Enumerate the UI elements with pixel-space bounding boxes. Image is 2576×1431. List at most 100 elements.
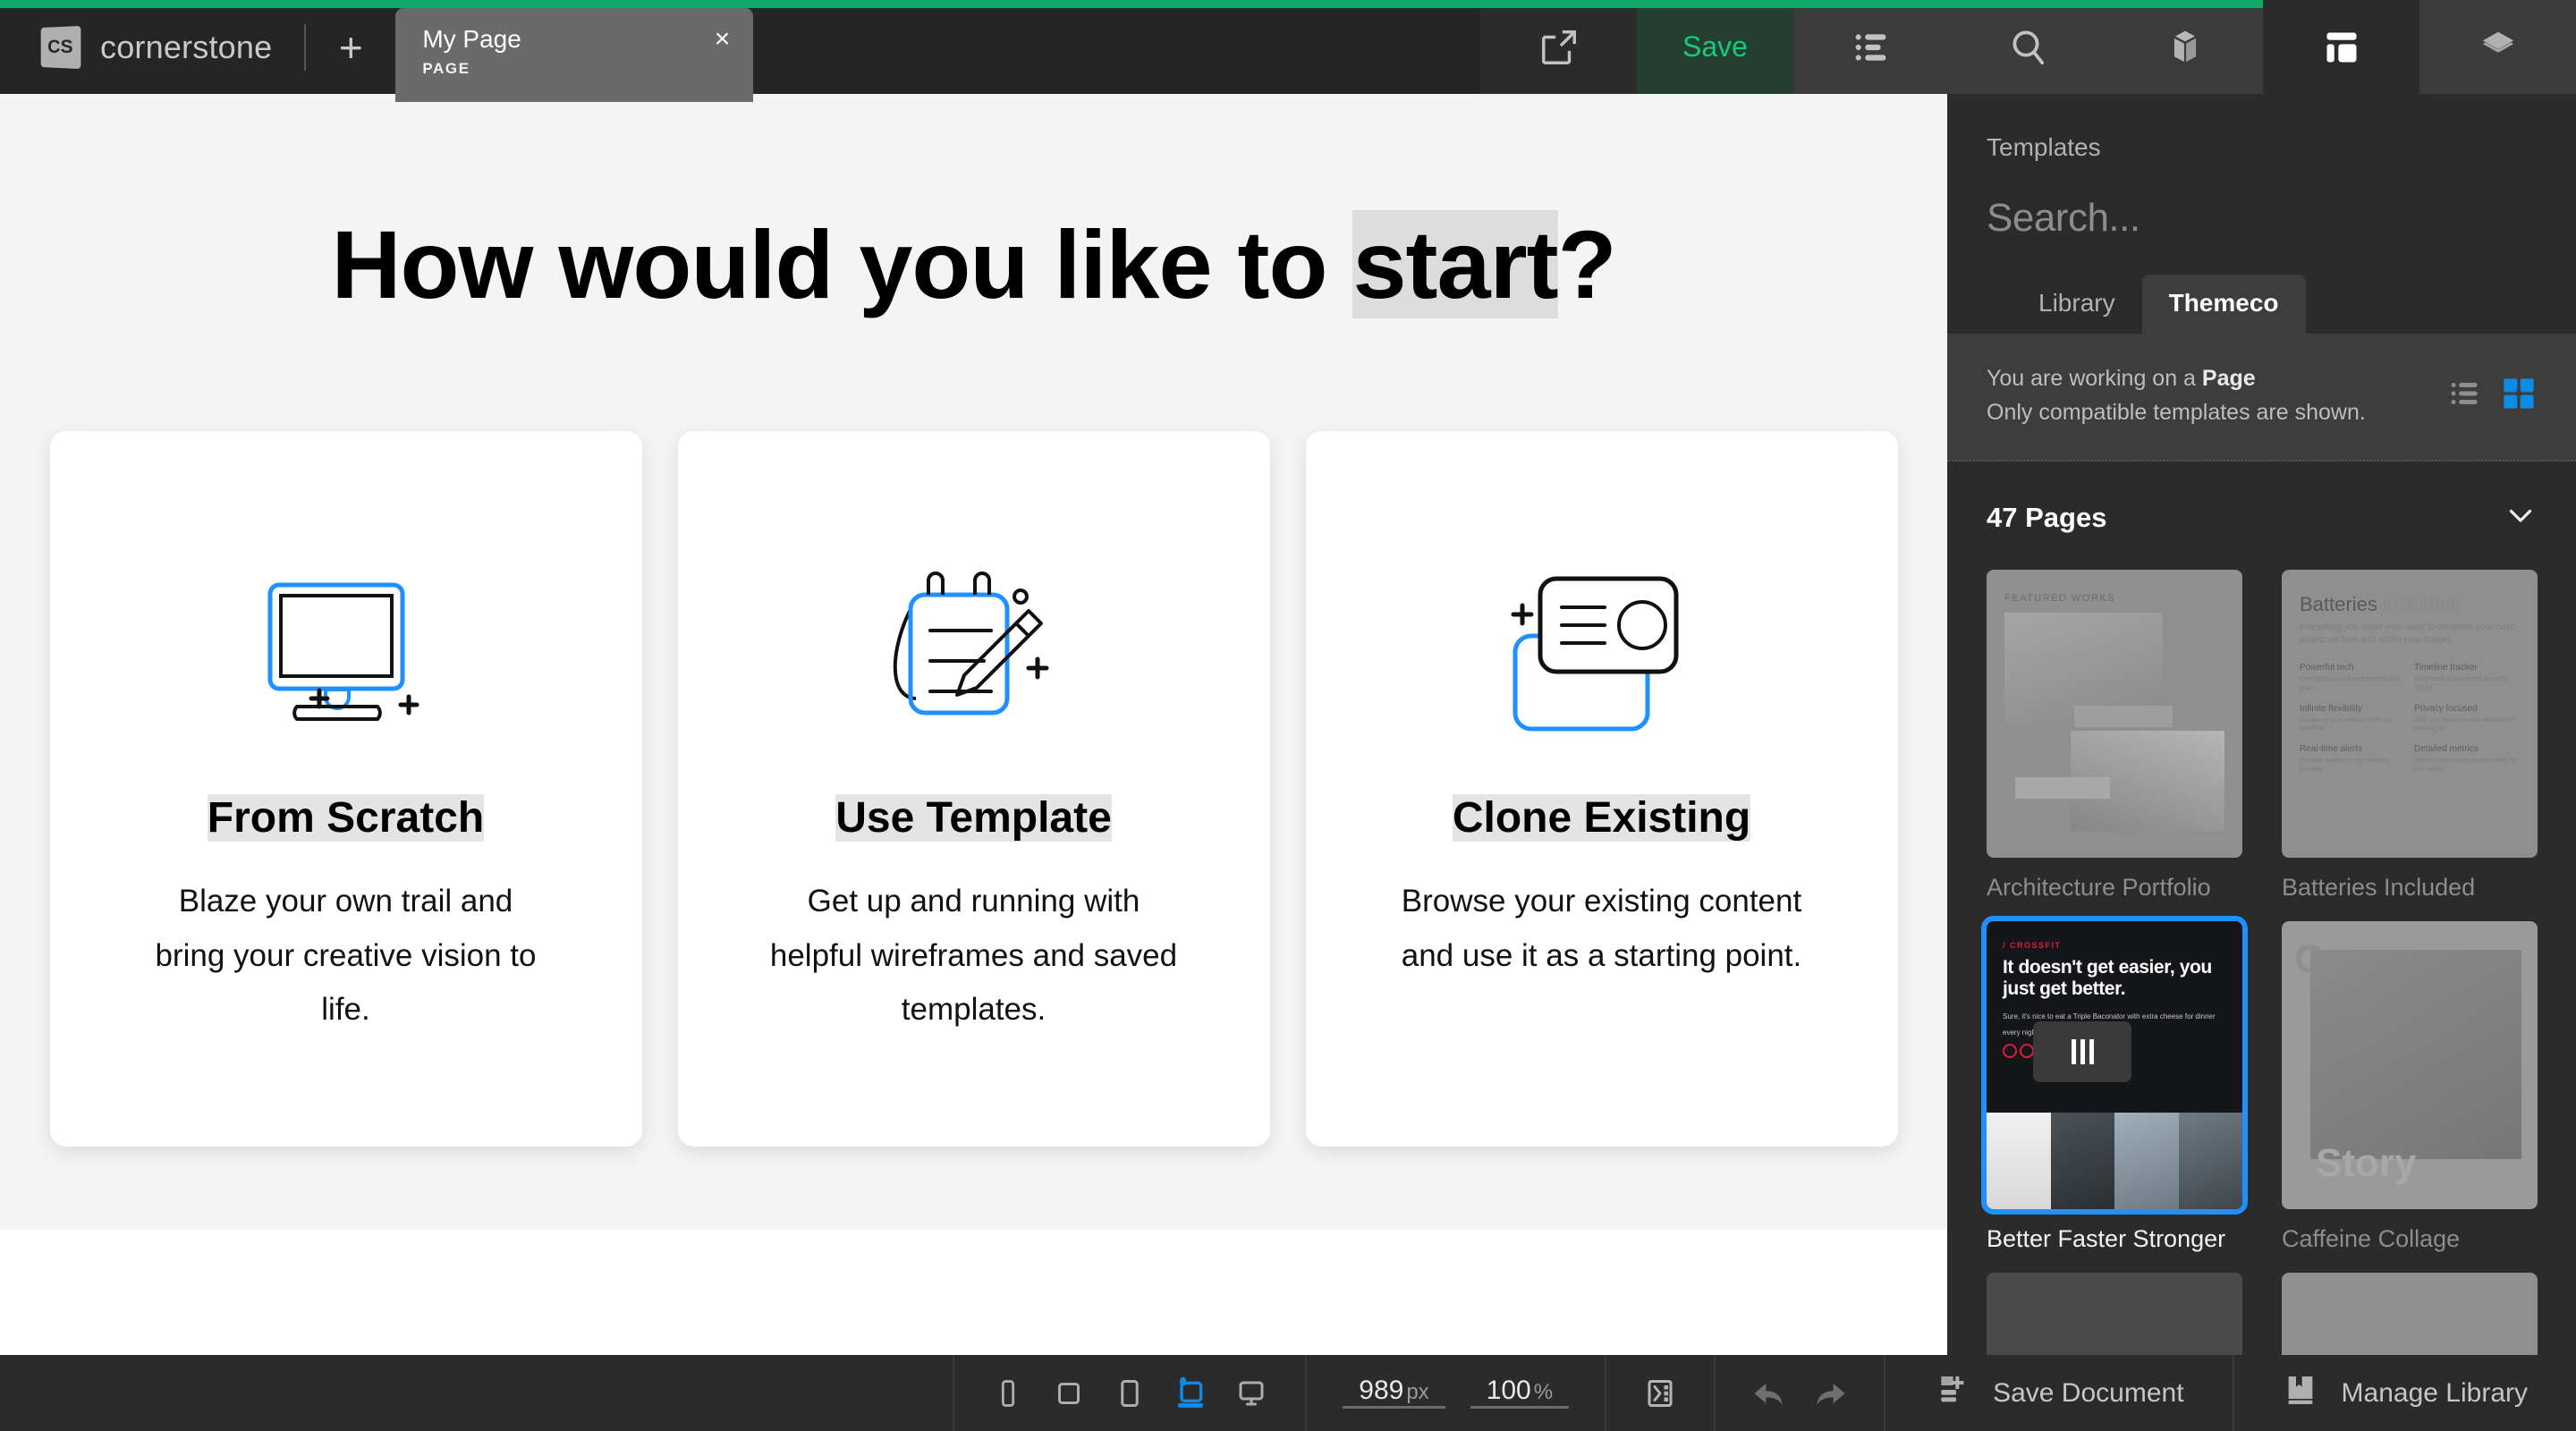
save-button[interactable]: Save (1637, 0, 1793, 94)
view-toggles (2449, 376, 2537, 416)
tablet-portrait-icon[interactable] (1099, 1355, 1160, 1431)
tablet-square-icon[interactable] (1038, 1355, 1099, 1431)
template-thumbnail[interactable]: / CROSSFIT It doesn't get easier, you ju… (1987, 921, 2242, 1209)
thumb-feature: Privacy focusedOnly your team can see wh… (2414, 704, 2520, 734)
thumb-feature-list: Powerful techEverything you will ever ne… (2300, 663, 2520, 775)
compat-note: You are working on a Page Only compatibl… (1947, 334, 2576, 461)
template-thumbnail[interactable]: CREATIVE COLUMNS 1 (1987, 1273, 2242, 1355)
template-thumbnail[interactable] (2282, 1273, 2538, 1355)
thumb-word: Story (2316, 1141, 2416, 1186)
zoom-group: 989 px 100 % (1305, 1355, 1605, 1431)
canvas: How would you like to start? (0, 94, 1947, 1355)
zoom-level-input[interactable]: 100 % (1470, 1376, 1569, 1409)
thumb-feature: Real-time alertsReceive updates to big c… (2300, 744, 2405, 775)
layers-icon[interactable] (2419, 0, 2576, 94)
manage-library-button[interactable]: Manage Library (2233, 1355, 2576, 1431)
save-document-label: Save Document (1993, 1378, 2183, 1409)
template-card[interactable] (2282, 1273, 2538, 1355)
thumb-kicker: FEATURED WORKS (2004, 593, 2224, 604)
canvas-hero-section: How would you like to start? (0, 94, 1947, 1230)
section-title: 47 Pages (1987, 502, 2106, 534)
tablet-landscape-icon[interactable] (1160, 1355, 1221, 1431)
panel-header: Templates Search... Library Themeco (1947, 94, 2576, 334)
cube-icon[interactable] (2106, 0, 2263, 94)
document-add-icon (1934, 1372, 1970, 1415)
manage-library-label: Manage Library (2342, 1378, 2528, 1409)
add-tab-button[interactable]: + (306, 0, 395, 94)
page-title-highlight: start (1352, 210, 1557, 318)
save-document-button[interactable]: Save Document (1884, 1355, 2232, 1431)
list-view-icon[interactable] (2449, 377, 2483, 415)
bottom-spacer (0, 1355, 953, 1431)
viewport-width-input[interactable]: 989 px (1343, 1376, 1445, 1409)
search-icon[interactable] (1950, 0, 2106, 94)
monitor-plus-icon (243, 555, 449, 760)
template-label: Architecture Portfolio (1987, 874, 2242, 902)
undo-arrow-icon[interactable] (1739, 1355, 1800, 1431)
card-from-scratch[interactable]: From Scratch Blaze your own trail and br… (50, 431, 642, 1147)
thumb-caption (2074, 706, 2173, 727)
list-icon[interactable] (1793, 0, 1950, 94)
thumb-caption (2015, 777, 2110, 799)
template-card[interactable]: Batteries included. Everything you could… (2282, 570, 2538, 902)
card-title: Use Template (835, 796, 1112, 841)
page-title-part-1: How would you like to (331, 210, 1352, 318)
redo-arrow-icon[interactable] (1800, 1355, 1860, 1431)
card-clone-existing[interactable]: Clone Existing Browse your existing cont… (1306, 431, 1898, 1147)
brand: CS cornerstone (0, 0, 304, 94)
zoom-level-unit: % (1534, 1380, 1553, 1405)
card-use-template[interactable]: Use Template Get up and running with hel… (678, 431, 1270, 1147)
card-description: Blaze your own trail and bring your crea… (140, 875, 552, 1037)
viewport-width-unit: px (1406, 1380, 1428, 1405)
thumb-kicker: / CROSSFIT (2003, 941, 2226, 950)
template-thumbnail[interactable]: Our Story (2282, 921, 2538, 1209)
compat-note-prefix: You are working on a (1987, 366, 2202, 391)
notepad-pencil-icon (871, 555, 1077, 760)
zoom-level-value: 100 (1487, 1376, 1531, 1406)
compat-note-strong: Page (2202, 366, 2256, 391)
chevron-down-icon[interactable] (2504, 499, 2537, 536)
template-card[interactable]: FEATURED WORKS Architecture Portfolio (1987, 570, 2242, 902)
template-card[interactable]: Our Story Caffeine Collage (2282, 921, 2538, 1253)
tab-themeco[interactable]: Themeco (2142, 275, 2306, 334)
layout-template-icon[interactable] (2263, 0, 2419, 94)
indent-group (1605, 1355, 1714, 1431)
top-bar: CS cornerstone + My Page PAGE × Save (0, 0, 2576, 94)
template-thumbnail[interactable]: FEATURED WORKS (1987, 570, 2242, 858)
tab-library[interactable]: Library (2012, 275, 2142, 334)
book-icon (2283, 1372, 2318, 1415)
templates-panel: Templates Search... Library Themeco You … (1947, 94, 2576, 1355)
section-pages[interactable]: 47 Pages (1947, 461, 2576, 536)
panel-tabs: Library Themeco (1987, 275, 2537, 334)
phone-portrait-icon[interactable] (978, 1355, 1038, 1431)
indent-icon[interactable] (1630, 1355, 1690, 1431)
topbar-spacer (753, 0, 1480, 94)
thumb-subtitle: Everything you could ever need to comple… (2300, 622, 2520, 647)
template-card[interactable]: CREATIVE COLUMNS 1 (1987, 1273, 2242, 1355)
template-label: Batteries Included (2282, 874, 2538, 902)
template-card-selected[interactable]: / CROSSFIT It doesn't get easier, you ju… (1987, 921, 2242, 1253)
app-root: CS cornerstone + My Page PAGE × Save (0, 0, 2576, 1431)
card-description: Browse your existing content and use it … (1396, 875, 1808, 982)
page-title: How would you like to start? (0, 208, 1947, 320)
external-link-icon[interactable] (1480, 0, 1637, 94)
compat-note-text: You are working on a Page Only compatibl… (1987, 362, 2366, 429)
brand-name: cornerstone (100, 29, 272, 66)
close-icon[interactable]: × (715, 26, 731, 53)
template-grid: FEATURED WORKS Architecture Portfolio Ba… (1947, 536, 2576, 1355)
search-input[interactable]: Search... (1987, 196, 2537, 241)
card-clone-icon (1499, 555, 1705, 760)
bottom-bar: 989 px 100 % (0, 1355, 2576, 1431)
tab-my-page[interactable]: My Page PAGE × (395, 8, 753, 102)
viewport-width-value: 989 (1359, 1376, 1403, 1406)
thumb-headline: It doesn't get easier, you just get bett… (2003, 957, 2226, 1000)
thumb-inner: / CROSSFIT It doesn't get easier, you ju… (1987, 921, 2242, 1209)
grid-view-icon[interactable] (2501, 376, 2537, 416)
desktop-icon[interactable] (1221, 1355, 1282, 1431)
thumb-feature: Infinite flexibilityCustomize your setti… (2300, 704, 2405, 734)
template-thumbnail[interactable]: Batteries included. Everything you could… (2282, 570, 2538, 858)
card-title: From Scratch (208, 796, 484, 841)
template-label: Caffeine Collage (2282, 1225, 2538, 1253)
card-description: Get up and running with helpful wirefram… (768, 875, 1180, 1037)
template-label: Better Faster Stronger (1987, 1225, 2242, 1253)
